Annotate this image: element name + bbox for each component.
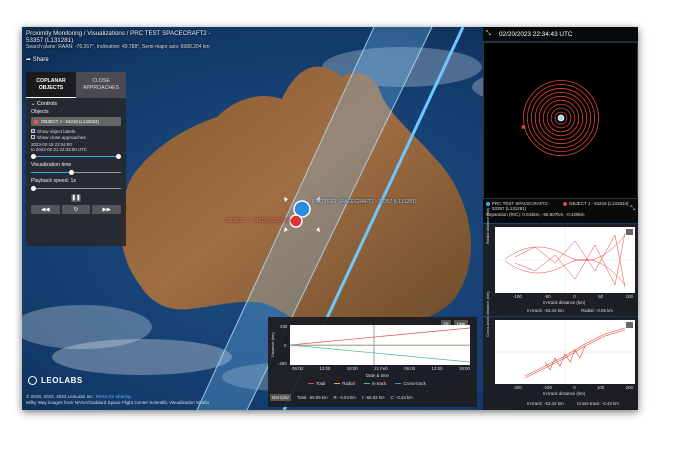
app-window: PRC TEST SPACECRAFT2 - 53357 (L131281) O… bbox=[22, 27, 638, 410]
object-select[interactable]: OBJECT J - 54218 (L132634) bbox=[31, 117, 121, 126]
plot1-readout-b: Radial: -0.05 km bbox=[581, 308, 613, 313]
date-range-slider[interactable] bbox=[31, 153, 121, 159]
plot1-readout-a: In-track: -53.44 km bbox=[527, 308, 564, 313]
terms-link[interactable]: Terms for sharing. bbox=[95, 394, 132, 399]
search-plane-info: Search plane: RAAN: -76.267°, Inclinatio… bbox=[26, 44, 210, 51]
timechart-footer: Get CSV Total: -66.85 km R: -0.04 km I: … bbox=[270, 394, 413, 401]
distance-plot[interactable] bbox=[290, 325, 470, 365]
leolabs-logo: LEOLABS bbox=[28, 376, 83, 385]
copyright: © 2016, 2022, 2023 LeoLabs Inc. Terms fo… bbox=[26, 394, 210, 405]
datetime-bar: ⤡ 02/20/2023 22:34:43 UTC bbox=[483, 27, 638, 41]
expand-icon[interactable]: ⤡ bbox=[486, 31, 491, 38]
crosstrack-plot-panel: Cross-track distance (km) -200 -100 0 100 20… bbox=[483, 291, 638, 410]
share-icon: ➦ bbox=[26, 57, 33, 63]
rewind-button[interactable]: ◀◀ bbox=[31, 205, 60, 215]
forward-button[interactable]: ▶▶ bbox=[92, 205, 122, 215]
tab-close-approaches[interactable]: CLOSE APPROACHES bbox=[76, 72, 126, 98]
checkbox-icon bbox=[31, 135, 35, 139]
plot1-xticks: -100 -50 0 50 100 bbox=[513, 294, 633, 299]
pause-button[interactable]: ❚❚ bbox=[71, 194, 81, 203]
timechart-ylabel: Distance (km) bbox=[270, 332, 275, 357]
legend-dot-icon bbox=[563, 201, 567, 206]
legend-total[interactable]: Total bbox=[308, 381, 325, 386]
playback-slider[interactable] bbox=[31, 185, 121, 191]
fast-forward-icon: ▶▶ bbox=[102, 206, 111, 213]
object-label: OBJECT J - 54218 (L132634) bbox=[225, 218, 292, 224]
get-csv-button[interactable]: Get CSV bbox=[270, 394, 291, 401]
plot2-readout-a: In-track: -53.44 km bbox=[527, 401, 564, 406]
plot2-xticks: -200 -100 0 100 200 bbox=[513, 385, 633, 390]
radial-plot-panel: Radial distance (km) -100 -50 0 50 100 In-tr… bbox=[483, 208, 638, 316]
reset-icon: ↻ bbox=[73, 206, 79, 213]
reset-button[interactable]: ↻ bbox=[61, 205, 91, 215]
separation-readout: Separation (RIC): 0.043km, -66.807km, -0… bbox=[486, 211, 585, 217]
timechart-legend: Total Radial In-track Cross-track bbox=[308, 381, 426, 386]
checkbox-icon bbox=[31, 129, 35, 133]
share-button[interactable]: ➦ Share bbox=[26, 56, 49, 63]
object-color-swatch bbox=[34, 119, 38, 124]
legend-crosstrack[interactable]: Cross-track bbox=[395, 381, 426, 386]
plot2-xlabel: In-track distance (km) bbox=[543, 391, 586, 396]
plot2-readout-b: Cross-track: -0.43 km bbox=[577, 401, 619, 406]
timechart-xlabel: Date & time bbox=[366, 373, 389, 378]
rewind-icon: ◀◀ bbox=[41, 206, 50, 213]
page-header: Proximity Monitoring / Visualizations / … bbox=[26, 30, 226, 52]
pause-icon: ❚❚ bbox=[71, 195, 81, 202]
timechart-xticks: 06:00 12:00 18:00 21 Feb 06:00 12:00 18:00 bbox=[292, 366, 470, 371]
expand-icon[interactable]: ⤡ bbox=[630, 206, 635, 212]
plot1-xlabel: In-track distance (km) bbox=[543, 300, 586, 305]
viz-time-slider[interactable] bbox=[31, 169, 121, 175]
crosstrack-plot[interactable] bbox=[495, 320, 635, 384]
datetime: 02/20/2023 22:34:43 UTC bbox=[499, 30, 573, 38]
playback-label: Playback speed: 1x bbox=[31, 178, 76, 185]
objects-label: Objects bbox=[31, 109, 49, 115]
spacecraft-label: PRC TEST SPACECRAFT2 - 53357 (L131281) bbox=[312, 199, 417, 205]
legend-intrack[interactable]: In-track bbox=[363, 381, 386, 386]
control-panel: COPLANAR OBJECTS CLOSE APPROACHES ⌄ Cont… bbox=[26, 72, 126, 246]
orbit-legend: PRC TEST SPACECRAFT2 - 53357 (L131281) O… bbox=[483, 199, 638, 223]
date-range: 2023-02-19 22:34:00 to 2023-02-21 22:33:… bbox=[31, 142, 87, 153]
viz-time-label: Visualization time bbox=[31, 162, 72, 169]
plot1-ylabel: Radial distance (km) bbox=[485, 207, 490, 244]
distance-time-chart: 2D Hide 250 0 -250 Distance (km) 06:00 12… bbox=[268, 317, 477, 407]
legend-radial[interactable]: Radial bbox=[334, 381, 355, 386]
controls-toggle[interactable]: ⌄ Controls bbox=[26, 98, 126, 107]
tab-coplanar-objects[interactable]: COPLANAR OBJECTS bbox=[26, 72, 76, 98]
page-title: Proximity Monitoring / Visualizations / … bbox=[26, 30, 211, 45]
plot2-ylabel: Cross-track distance (km) bbox=[485, 291, 490, 337]
relative-orbit-view[interactable] bbox=[483, 42, 638, 199]
radial-plot[interactable] bbox=[495, 227, 635, 293]
logo-icon bbox=[28, 376, 37, 385]
